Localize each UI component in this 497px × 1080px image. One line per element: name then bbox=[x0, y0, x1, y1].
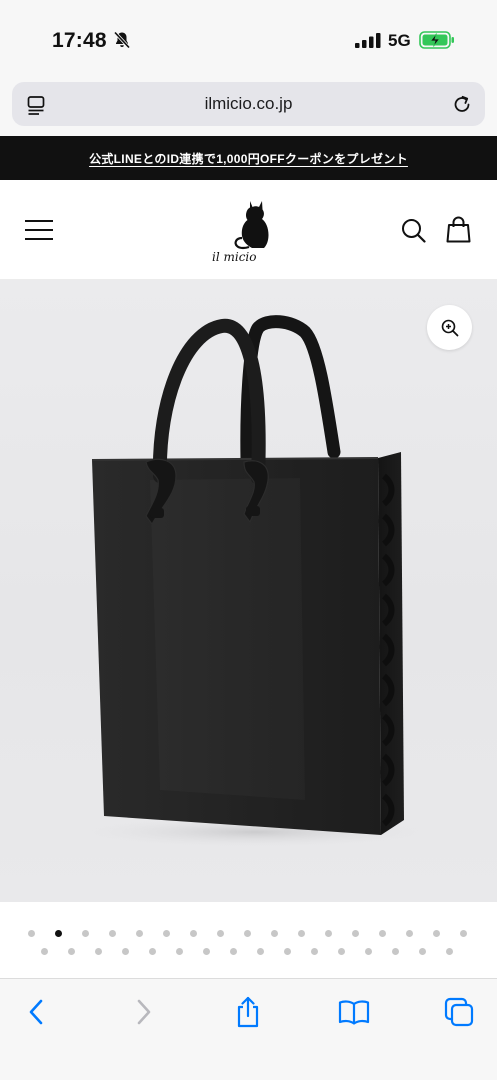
carousel-dot[interactable] bbox=[28, 930, 35, 937]
search-icon[interactable] bbox=[401, 218, 426, 243]
signal-icon bbox=[355, 33, 381, 48]
carousel-dot[interactable] bbox=[109, 930, 116, 937]
carousel-dot[interactable] bbox=[419, 948, 426, 955]
battery-charging-icon bbox=[419, 31, 454, 49]
carousel-dot[interactable] bbox=[433, 930, 440, 937]
carousel-dot[interactable] bbox=[68, 948, 75, 955]
back-button[interactable] bbox=[19, 997, 53, 1027]
tabs-button[interactable] bbox=[442, 997, 476, 1027]
forward-icon bbox=[137, 999, 151, 1025]
browser-toolbar bbox=[0, 978, 497, 1080]
carousel-pagination bbox=[0, 902, 497, 978]
carousel-dot[interactable] bbox=[230, 948, 237, 955]
share-button[interactable] bbox=[231, 996, 265, 1028]
carousel-dot[interactable] bbox=[136, 930, 143, 937]
announcement-link[interactable]: 公式LINEとのID連携で1,000円OFFクーポンをプレゼント bbox=[89, 150, 408, 167]
network-label: 5G bbox=[388, 31, 411, 50]
carousel-dot[interactable] bbox=[365, 948, 372, 955]
status-time: 17:48 bbox=[52, 29, 107, 52]
carousel-dot[interactable] bbox=[338, 948, 345, 955]
share-icon bbox=[237, 996, 259, 1028]
browser-chrome: ilmicio.co.jp bbox=[0, 78, 497, 136]
url-text[interactable]: ilmicio.co.jp bbox=[12, 94, 485, 114]
carousel-dot[interactable] bbox=[95, 948, 102, 955]
carousel-dot[interactable] bbox=[352, 930, 359, 937]
bookmarks-button[interactable] bbox=[337, 997, 371, 1027]
carousel-dot[interactable] bbox=[406, 930, 413, 937]
carousel-dot[interactable] bbox=[325, 930, 332, 937]
back-icon bbox=[29, 999, 43, 1025]
carousel-dot[interactable] bbox=[217, 930, 224, 937]
bag-icon[interactable] bbox=[446, 216, 471, 243]
carousel-dot[interactable] bbox=[55, 930, 62, 937]
zoom-in-icon bbox=[441, 319, 458, 336]
tabs-icon bbox=[444, 997, 474, 1027]
zoom-button[interactable] bbox=[427, 305, 472, 350]
dot-row-1 bbox=[0, 930, 497, 938]
carousel-dot[interactable] bbox=[244, 930, 251, 937]
bookmarks-icon bbox=[338, 1000, 370, 1025]
forward-button[interactable] bbox=[127, 997, 161, 1027]
carousel-dot[interactable] bbox=[176, 948, 183, 955]
address-bar[interactable]: ilmicio.co.jp bbox=[12, 82, 485, 126]
carousel-dot[interactable] bbox=[41, 948, 48, 955]
carousel-dot[interactable] bbox=[392, 948, 399, 955]
site-header: il micio bbox=[0, 180, 497, 280]
carousel-dot[interactable] bbox=[149, 948, 156, 955]
carousel-dot[interactable] bbox=[284, 948, 291, 955]
carousel-dot[interactable] bbox=[271, 930, 278, 937]
carousel-dot[interactable] bbox=[82, 930, 89, 937]
carousel-dot[interactable] bbox=[203, 948, 210, 955]
carousel-dot[interactable] bbox=[311, 948, 318, 955]
carousel-dot[interactable] bbox=[190, 930, 197, 937]
carousel-dot[interactable] bbox=[379, 930, 386, 937]
dot-row-2 bbox=[0, 948, 497, 956]
carousel-dot[interactable] bbox=[446, 948, 453, 955]
carousel-dot[interactable] bbox=[298, 930, 305, 937]
cat-logo[interactable]: il micio bbox=[208, 198, 290, 264]
carousel-dot[interactable] bbox=[163, 930, 170, 937]
logo-text: il micio bbox=[212, 250, 257, 264]
carousel-dot[interactable] bbox=[460, 930, 467, 937]
status-bar: 17:48 5G bbox=[0, 0, 497, 78]
product-image[interactable] bbox=[0, 280, 497, 902]
menu-icon[interactable] bbox=[25, 219, 53, 241]
bell-slash-icon bbox=[113, 31, 131, 49]
reload-icon[interactable] bbox=[451, 93, 473, 115]
carousel-dot[interactable] bbox=[257, 948, 264, 955]
tote-bag-illustration bbox=[70, 315, 440, 848]
announcement-bar[interactable]: 公式LINEとのID連携で1,000円OFFクーポンをプレゼント bbox=[0, 136, 497, 180]
carousel-dot[interactable] bbox=[122, 948, 129, 955]
